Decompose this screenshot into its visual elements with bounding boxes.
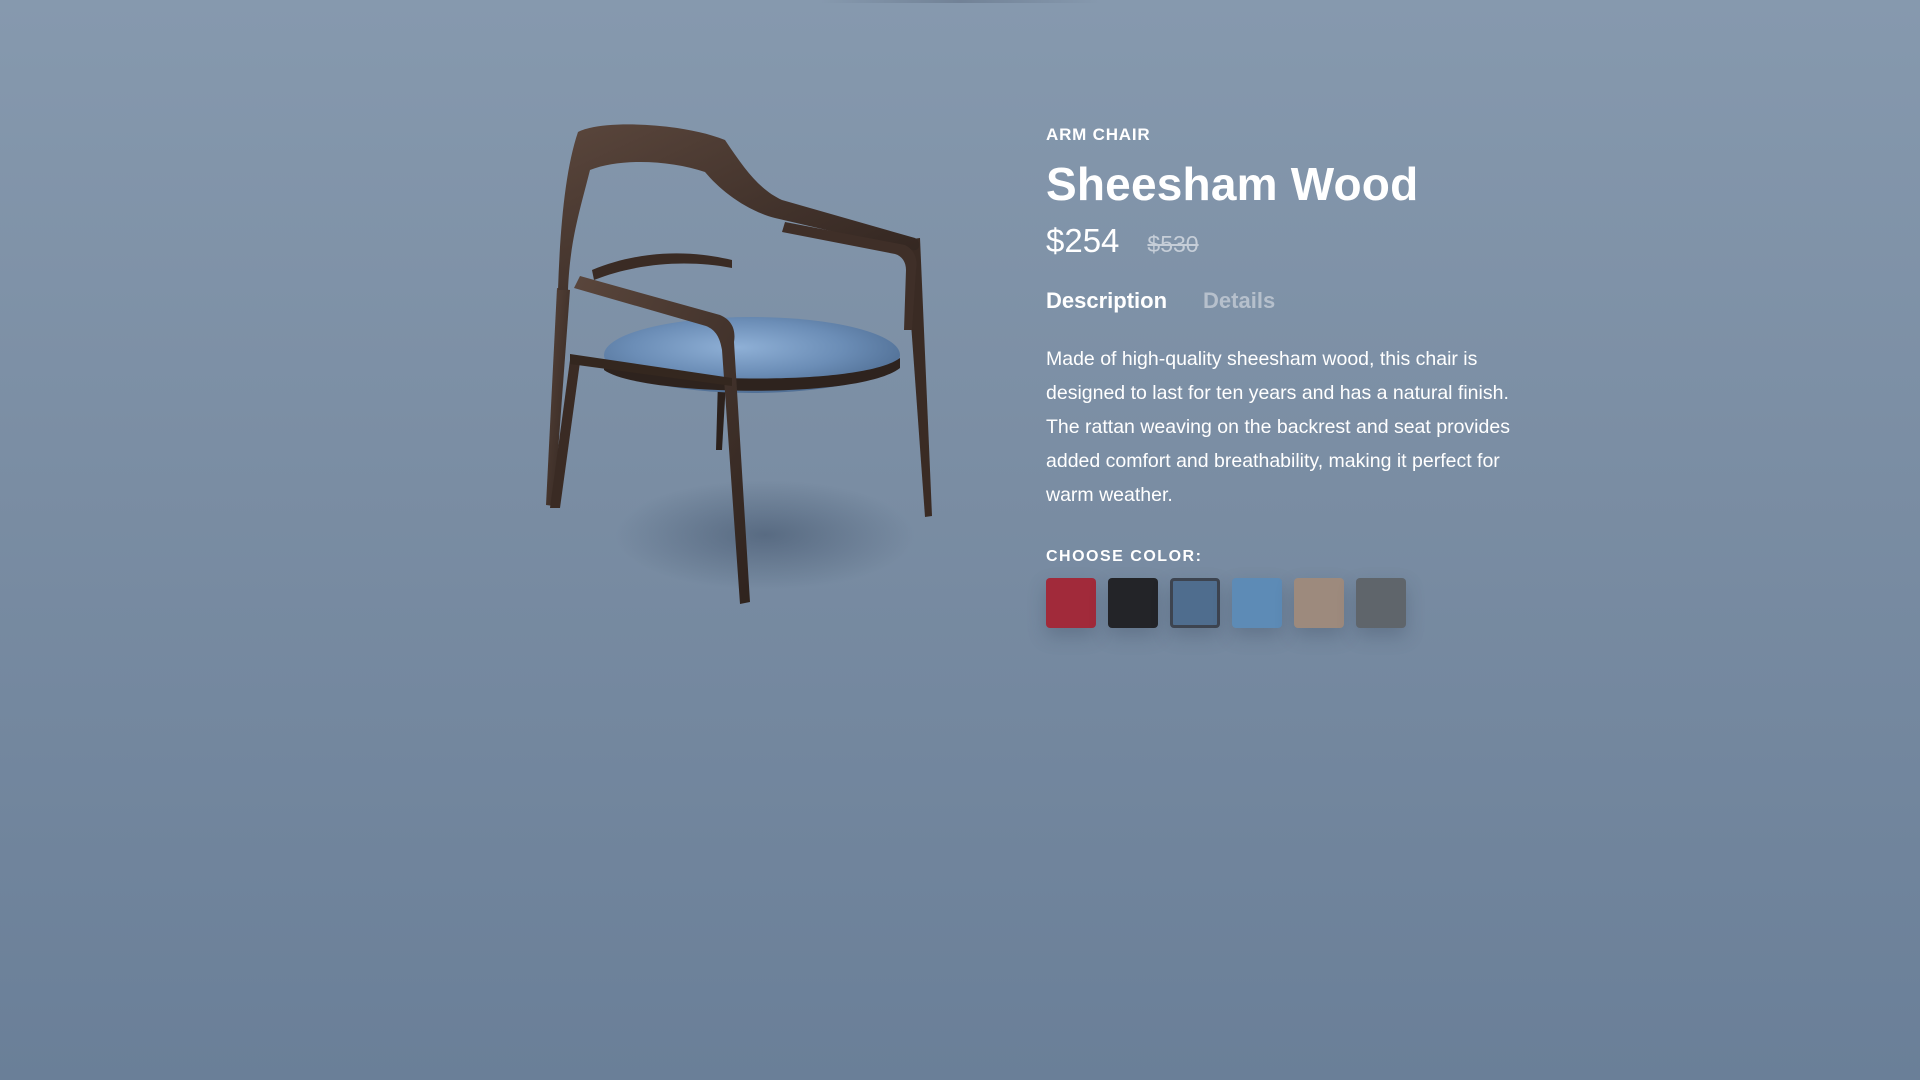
product-category: ARM CHAIR: [1046, 125, 1151, 144]
color-swatch-blue-velvet[interactable]: [1170, 578, 1220, 628]
color-swatch-black[interactable]: [1108, 578, 1158, 628]
color-swatch-red[interactable]: [1046, 578, 1096, 628]
current-price: $254: [1046, 222, 1120, 259]
color-swatch-gray[interactable]: [1356, 578, 1406, 628]
tab-description[interactable]: Description: [1046, 288, 1167, 316]
product-description: Made of high-quality sheesham wood, this…: [1046, 348, 1510, 506]
original-price: $530: [1147, 231, 1199, 257]
product-image: [520, 110, 960, 630]
info-tabs: Description Details: [1046, 288, 1516, 316]
color-swatch-beige[interactable]: [1294, 578, 1344, 628]
top-edge-highlight: [820, 0, 1100, 3]
color-swatch-light-blue[interactable]: [1232, 578, 1282, 628]
price-row: $254 $530: [1046, 222, 1516, 262]
product-info-panel: ARM CHAIR Sheesham Wood $254 $530 Descri…: [1046, 124, 1516, 628]
color-swatches: [1046, 578, 1516, 628]
tab-details[interactable]: Details: [1203, 288, 1275, 316]
product-title: Sheesham Wood: [1046, 158, 1419, 210]
color-picker-label: CHOOSE COLOR:: [1046, 548, 1203, 565]
